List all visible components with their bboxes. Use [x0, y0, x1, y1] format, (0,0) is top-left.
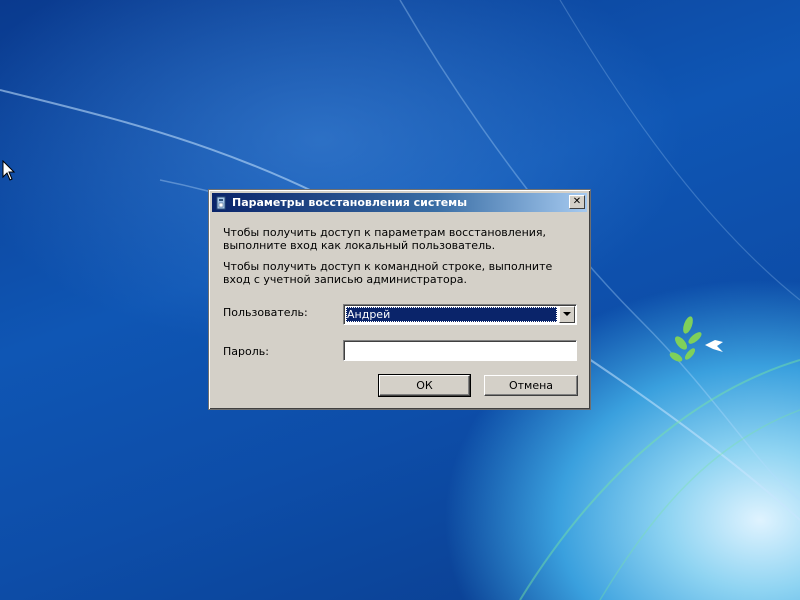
user-label: Пользователь:	[223, 306, 308, 319]
close-button[interactable]: ✕	[569, 195, 585, 209]
dialog-titlebar[interactable]: Параметры восстановления системы ✕	[212, 193, 587, 212]
close-icon: ✕	[572, 196, 582, 207]
leaf-decoration	[669, 316, 702, 362]
instruction-administrator: Чтобы получить доступ к командной строке…	[223, 260, 553, 286]
password-input[interactable]	[343, 340, 577, 361]
mouse-pointer-icon	[2, 160, 16, 181]
instruction-local-user: Чтобы получить доступ к параметрам восст…	[223, 226, 547, 252]
recovery-icon	[215, 196, 227, 210]
recovery-login-dialog: Параметры восстановления системы ✕ Чтобы…	[208, 189, 591, 410]
cancel-button[interactable]: Отмена	[484, 375, 578, 396]
ok-button[interactable]: ОК	[378, 374, 471, 397]
password-label: Пароль:	[223, 345, 269, 358]
dialog-title: Параметры восстановления системы	[232, 196, 468, 209]
user-select-dropdown-button[interactable]	[559, 306, 575, 323]
user-select-value: Андрей	[346, 307, 557, 322]
bird-decoration	[705, 340, 723, 352]
chevron-down-icon	[563, 312, 571, 316]
user-select[interactable]: Андрей	[343, 304, 577, 325]
